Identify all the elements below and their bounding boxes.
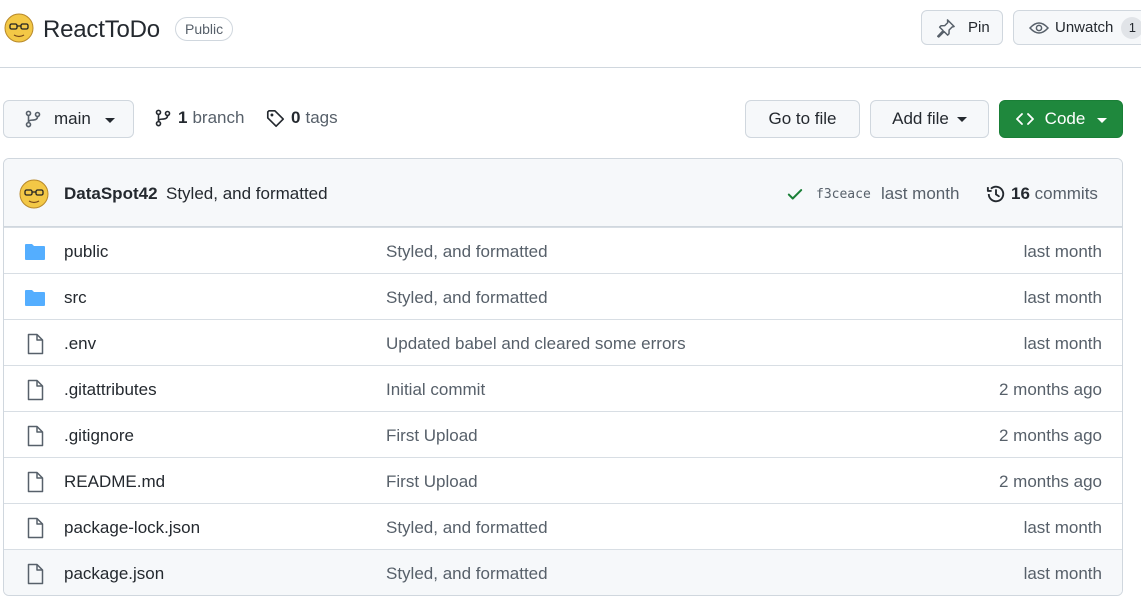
file-row[interactable]: .gitattributes Initial commit 2 months ago bbox=[4, 365, 1122, 411]
file-commit-message[interactable]: Initial commit bbox=[386, 380, 485, 400]
tag-icon bbox=[266, 109, 285, 127]
avatar-icon[interactable] bbox=[4, 13, 34, 43]
unwatch-label: Unwatch bbox=[1055, 19, 1114, 36]
tag-count: 0 bbox=[291, 108, 301, 127]
repo-header: ReactToDo Public Pin Unwatch 1 bbox=[0, 0, 1141, 68]
code-button[interactable]: Code bbox=[999, 100, 1123, 138]
chevron-down-icon bbox=[1097, 117, 1108, 123]
history-icon bbox=[986, 185, 1005, 203]
file-age: last month bbox=[1023, 334, 1102, 353]
check-icon[interactable] bbox=[786, 185, 804, 203]
commit-count: 16 bbox=[1011, 184, 1030, 203]
code-icon bbox=[1015, 113, 1034, 125]
chevron-down-icon bbox=[956, 117, 967, 122]
file-row[interactable]: .env Updated babel and cleared some error… bbox=[4, 319, 1122, 365]
commits-link[interactable]: 16 commits bbox=[1011, 184, 1098, 204]
file-commit-message[interactable]: Updated babel and cleared some errors bbox=[386, 334, 686, 354]
file-row[interactable]: src Styled, and formatted last month bbox=[4, 273, 1122, 319]
add-file-label: Add file bbox=[892, 109, 949, 128]
avatar-icon[interactable] bbox=[19, 179, 49, 209]
folder-icon bbox=[25, 244, 45, 260]
file-name[interactable]: .env bbox=[64, 334, 96, 354]
file-icon bbox=[27, 425, 44, 447]
file-icon bbox=[27, 563, 44, 585]
file-name[interactable]: package.json bbox=[64, 564, 164, 584]
file-commit-message[interactable]: Styled, and formatted bbox=[386, 518, 548, 538]
folder-icon bbox=[25, 290, 45, 306]
file-row[interactable]: README.md First Upload 2 months ago bbox=[4, 457, 1122, 503]
file-age: 2 months ago bbox=[998, 426, 1102, 445]
commit-time: last month bbox=[881, 184, 960, 203]
commit-sha[interactable]: f3ceace bbox=[816, 187, 871, 202]
file-age: 2 months ago bbox=[998, 472, 1102, 491]
file-age: last month bbox=[1023, 518, 1102, 537]
visibility-badge: Public bbox=[175, 17, 234, 41]
unwatch-button[interactable]: Unwatch 1 bbox=[1013, 10, 1141, 45]
file-name[interactable]: package-lock.json bbox=[64, 518, 200, 538]
file-row[interactable]: .gitignore First Upload 2 months ago bbox=[4, 411, 1122, 457]
file-age: last month bbox=[1023, 564, 1102, 583]
go-to-file-label: Go to file bbox=[768, 109, 837, 128]
file-icon bbox=[27, 517, 44, 539]
add-file-button[interactable]: Add file bbox=[870, 100, 989, 138]
pin-icon bbox=[937, 18, 955, 38]
code-label: Code bbox=[1044, 109, 1086, 128]
pin-label: Pin bbox=[968, 19, 990, 36]
file-commit-message[interactable]: First Upload bbox=[386, 426, 478, 446]
branches-link[interactable]: 1 branch bbox=[154, 108, 244, 128]
tag-label: tags bbox=[305, 108, 338, 127]
commit-message[interactable]: Styled, and formatted bbox=[166, 184, 328, 204]
file-icon bbox=[27, 471, 44, 493]
watch-counter: 1 bbox=[1121, 16, 1141, 39]
file-age: last month bbox=[1023, 288, 1102, 307]
commit-label: commits bbox=[1034, 184, 1098, 203]
branch-select-button[interactable]: main bbox=[3, 100, 134, 138]
branch-count: 1 bbox=[178, 108, 188, 127]
file-commit-message[interactable]: Styled, and formatted bbox=[386, 564, 548, 584]
go-to-file-button[interactable]: Go to file bbox=[745, 100, 860, 138]
git-branch-icon bbox=[155, 109, 171, 127]
file-name[interactable]: .gitignore bbox=[64, 426, 134, 446]
file-age: 2 months ago bbox=[998, 380, 1102, 399]
file-row[interactable]: package-lock.json Styled, and formatted la… bbox=[4, 503, 1122, 549]
git-branch-icon bbox=[25, 110, 41, 128]
file-icon bbox=[27, 333, 44, 355]
file-age: last month bbox=[1023, 242, 1102, 261]
eye-icon bbox=[1029, 21, 1049, 34]
chevron-down-icon bbox=[104, 118, 115, 123]
branch-label: branch bbox=[192, 108, 245, 127]
file-name[interactable]: public bbox=[64, 242, 108, 262]
latest-commit-bar: DataSpot42 Styled, and formatted f3ceace… bbox=[4, 159, 1122, 227]
file-commit-message[interactable]: Styled, and formatted bbox=[386, 288, 548, 308]
file-name[interactable]: .gitattributes bbox=[64, 380, 157, 400]
file-icon bbox=[27, 379, 44, 401]
commit-author[interactable]: DataSpot42 bbox=[64, 184, 158, 204]
file-name[interactable]: README.md bbox=[64, 472, 165, 492]
pin-button[interactable]: Pin bbox=[921, 10, 1003, 45]
file-commit-message[interactable]: First Upload bbox=[386, 472, 478, 492]
file-row[interactable]: package.json Styled, and formatted last mo… bbox=[4, 549, 1122, 595]
branch-name: main bbox=[54, 109, 91, 128]
file-name[interactable]: src bbox=[64, 288, 87, 308]
tags-link[interactable]: 0 tags bbox=[266, 108, 338, 128]
file-row[interactable]: public Styled, and formatted last month bbox=[4, 227, 1122, 273]
file-browser: DataSpot42 Styled, and formatted f3ceace… bbox=[3, 158, 1123, 596]
file-commit-message[interactable]: Styled, and formatted bbox=[386, 242, 548, 262]
repo-name[interactable]: ReactToDo bbox=[43, 16, 160, 44]
